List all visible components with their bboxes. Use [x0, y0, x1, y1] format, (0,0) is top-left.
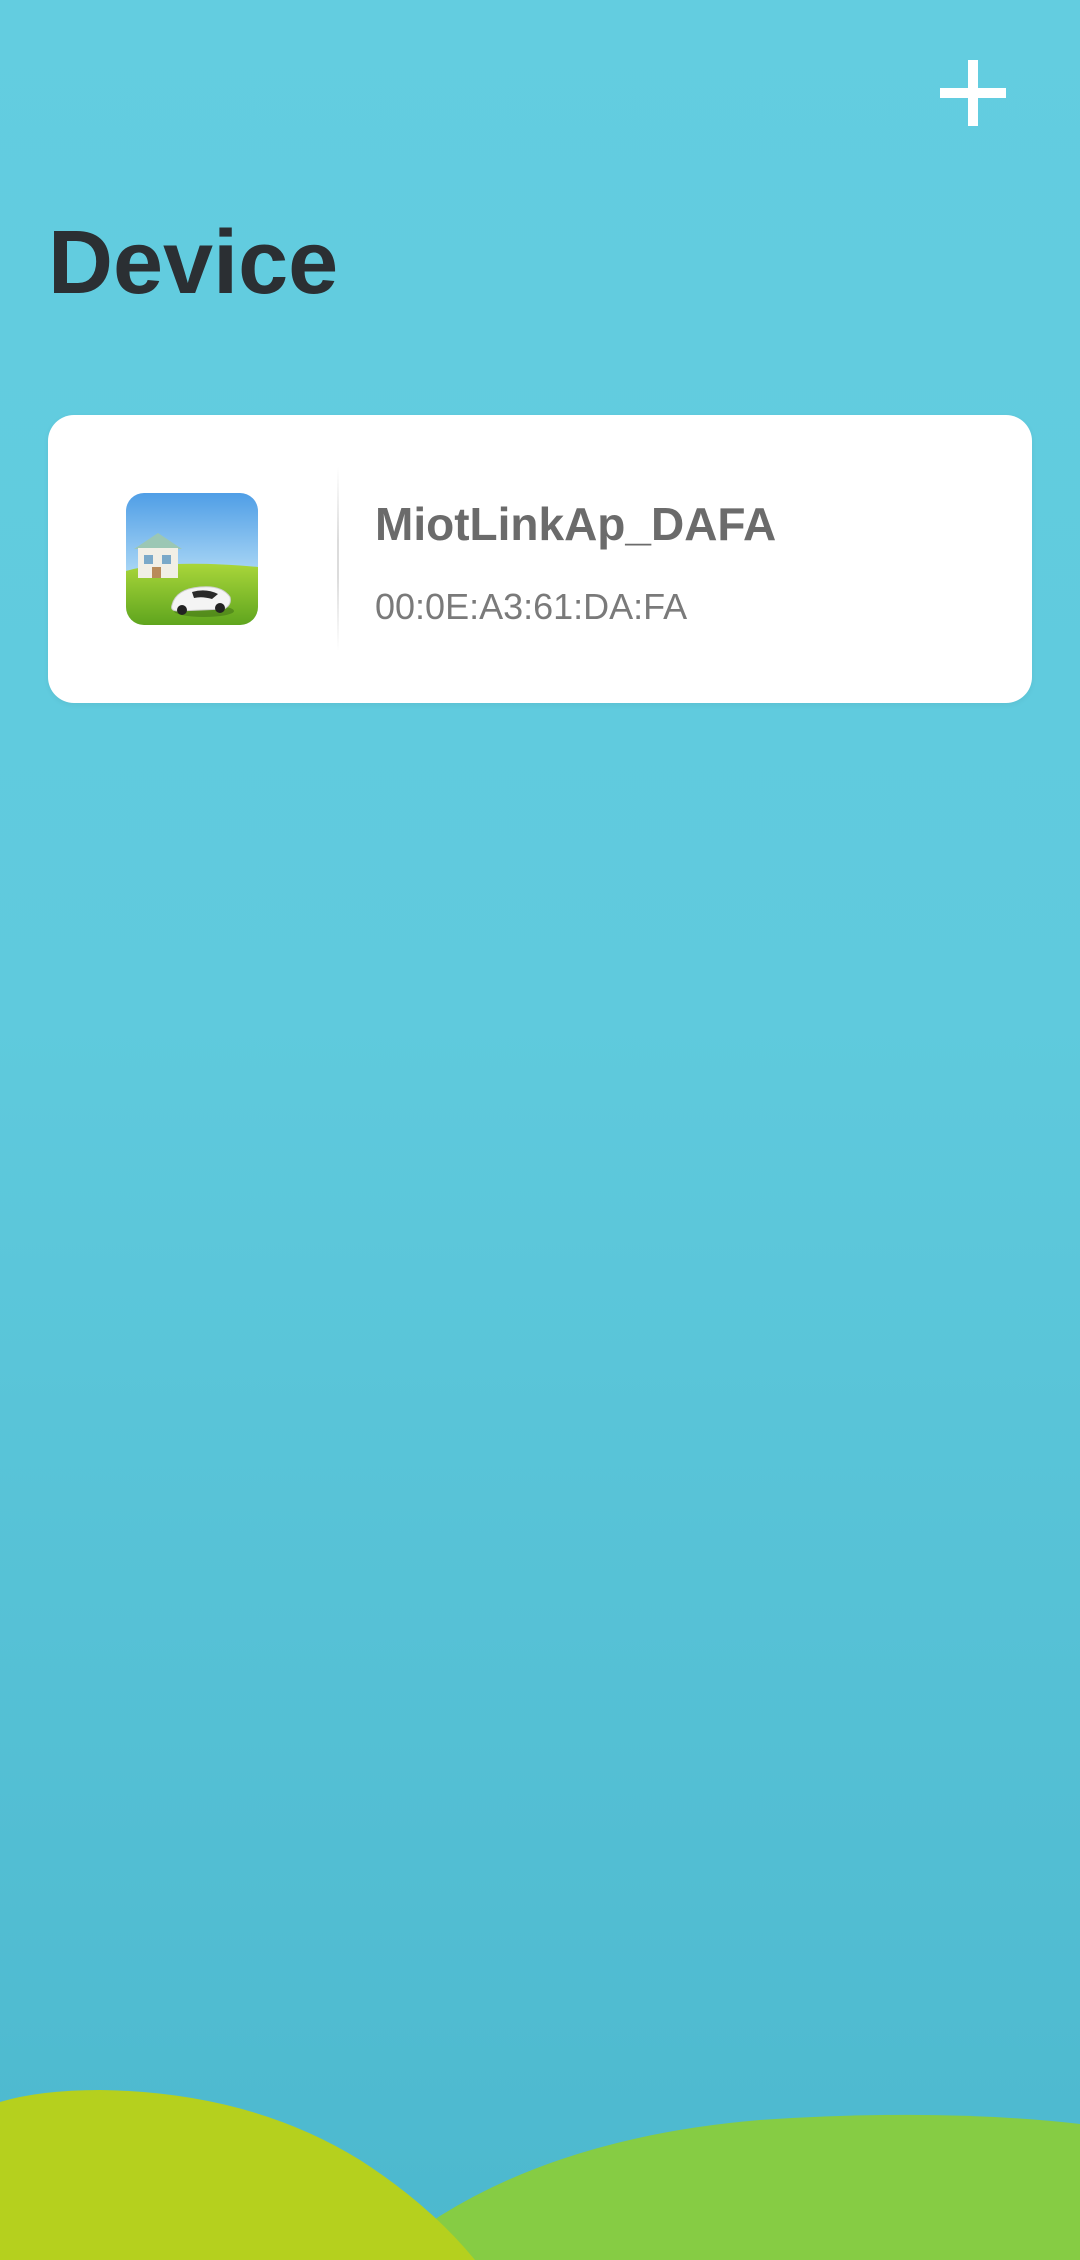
add-device-button[interactable]: [925, 45, 1021, 141]
device-card[interactable]: MiotLinkAp_DAFA 00:0E:A3:61:DA:FA: [48, 415, 1032, 703]
robot-mower-house-icon: [126, 493, 258, 625]
hills-decoration: [0, 2090, 1080, 2260]
plus-icon: [940, 60, 1006, 126]
page-title: Device: [48, 213, 339, 313]
device-mac-address: 00:0E:A3:61:DA:FA: [375, 586, 688, 627]
card-divider: [337, 467, 339, 651]
device-name: MiotLinkAp_DAFA: [375, 498, 777, 550]
